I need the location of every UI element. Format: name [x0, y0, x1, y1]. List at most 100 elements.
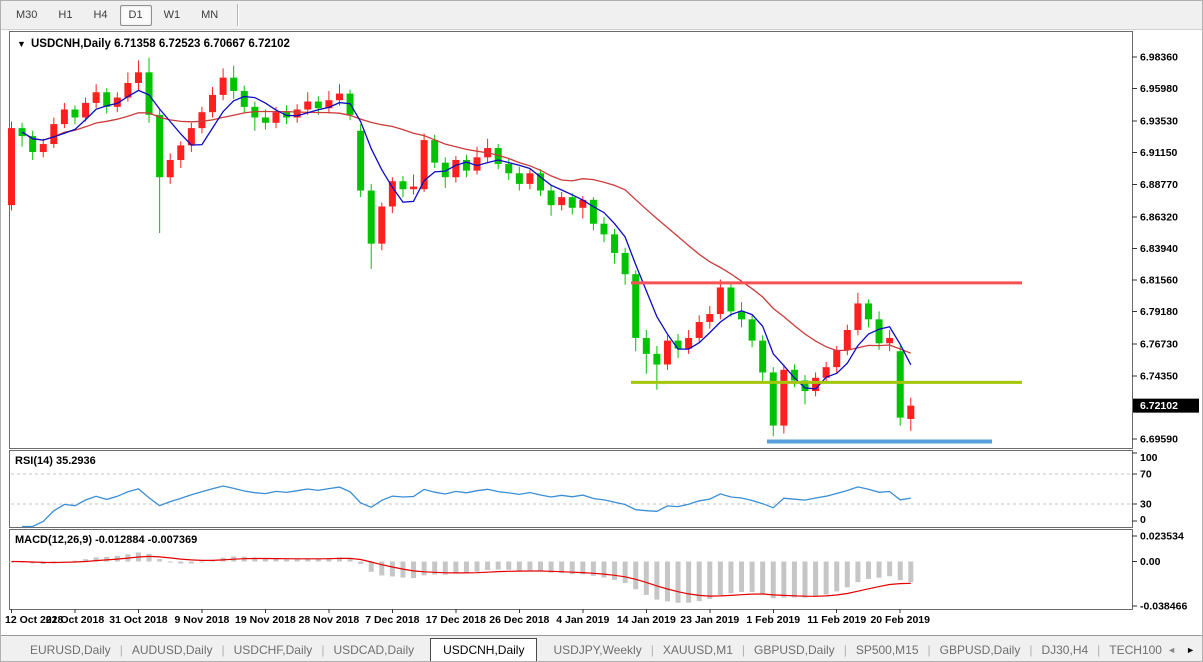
- macd-bar: [865, 561, 871, 579]
- macd-bar: [707, 561, 713, 599]
- tab-usdjpy-weekly[interactable]: USDJPY,Weekly: [544, 638, 650, 662]
- price-axis-label: 6.83940: [1140, 243, 1178, 255]
- symbol-tabs: EURUSD,Daily | AUDUSD,Daily | USDCHF,Daily | U…: [21, 637, 1183, 662]
- date-axis-label: 20 Feb 2019: [870, 614, 930, 626]
- symbol-tabbar: EURUSD,Daily | AUDUSD,Daily | USDCHF,Daily | U…: [1, 635, 1202, 662]
- tab-eurusd-daily[interactable]: EURUSD,Daily: [21, 638, 120, 662]
- macd-bar: [516, 561, 522, 571]
- macd-bar: [358, 561, 364, 564]
- tab-scroll-arrows: ◄ ►: [1162, 637, 1202, 661]
- date-axis-label: 9 Nov 2018: [175, 614, 230, 626]
- macd-bar: [612, 561, 618, 580]
- rsi-axis-label: 0: [1140, 514, 1146, 526]
- timeframe-button-d1[interactable]: D1: [119, 4, 152, 26]
- macd-bar: [897, 561, 903, 581]
- timeframe-toolbar: M30 H1 H4 D1 W1 MN: [1, 1, 1202, 30]
- timeframe-button-h4[interactable]: H4: [84, 5, 116, 26]
- tab-audusd-daily[interactable]: AUDUSD,Daily: [123, 638, 222, 662]
- macd-bar: [453, 561, 459, 574]
- date-axis-label: 31 Oct 2018: [109, 614, 168, 626]
- macd-bar: [749, 561, 755, 592]
- price-axis-label: 6.91150: [1140, 147, 1178, 159]
- price-axis-label: 6.98360: [1140, 51, 1178, 63]
- date-axis-label: 19 Nov 2018: [235, 614, 296, 626]
- macd-bar: [463, 561, 469, 574]
- macd-bar: [157, 559, 163, 562]
- tab-usdchf-daily[interactable]: USDCHF,Daily: [225, 638, 322, 662]
- macd-bar: [199, 561, 205, 563]
- chart-title: USDCNH,Daily 6.71358 6.72523 6.70667 6.7…: [31, 38, 290, 50]
- tab-usdcnh-daily[interactable]: USDCNH,Daily: [430, 637, 538, 661]
- timeframe-buttons: M30 H1 H4 D1 W1 MN: [7, 4, 230, 26]
- macd-bar: [739, 561, 745, 592]
- mt4-window: M30 H1 H4 D1 W1 MN 6.98360 6.95980 6.93530 6.911…: [0, 0, 1203, 662]
- macd-bar: [844, 561, 850, 588]
- date-axis-label: 7 Dec 2018: [365, 614, 419, 626]
- timeframe-button-w1[interactable]: W1: [155, 5, 190, 26]
- price-axis-label: 6.79180: [1140, 306, 1178, 318]
- macd-bar: [908, 561, 914, 583]
- macd-bar: [802, 561, 808, 598]
- price-axis-label: 6.69590: [1140, 434, 1178, 446]
- chart-dropdown-icon[interactable]: ▼: [17, 39, 26, 49]
- macd-bar: [601, 561, 607, 578]
- macd-bar: [622, 561, 628, 583]
- date-axis-label: 11 Feb 2019: [807, 614, 866, 626]
- tab-dj30-h4[interactable]: DJ30,H4: [1032, 638, 1097, 662]
- macd-bar: [633, 561, 639, 590]
- date-axis-label: 1 Feb 2019: [746, 614, 800, 626]
- rsi-axis-label: 30: [1140, 499, 1152, 511]
- tab-gbpusd-daily[interactable]: GBPUSD,Daily: [745, 638, 844, 662]
- macd-bar: [167, 561, 173, 563]
- macd-bar: [770, 561, 776, 599]
- tab-scroll-left-icon[interactable]: ◄: [1167, 645, 1176, 655]
- tab-gbpusd-daily[interactable]: GBPUSD,Daily: [931, 638, 1030, 662]
- macd-axis-label: 0.023534: [1140, 531, 1184, 543]
- macd-bar: [664, 561, 670, 602]
- price-axis-label: 6.76730: [1140, 339, 1178, 351]
- tab-scroll-right-icon[interactable]: ►: [1186, 645, 1195, 655]
- macd-bar: [760, 561, 766, 594]
- macd-bar: [728, 561, 734, 594]
- macd-bar: [379, 561, 385, 576]
- macd-bar: [855, 561, 861, 583]
- macd-bar: [273, 558, 279, 562]
- tab-xauusd-m1[interactable]: XAUUSD,M1: [654, 638, 742, 662]
- macd-bar: [284, 559, 290, 562]
- macd-bar: [421, 561, 427, 576]
- macd-bar: [527, 561, 533, 571]
- macd-bar: [146, 553, 152, 562]
- tab-usdcad-daily[interactable]: USDCAD,Daily: [324, 638, 423, 662]
- date-axis-label: 14 Jan 2019: [617, 614, 676, 626]
- macd-bar: [178, 561, 184, 564]
- timeframe-button-mn[interactable]: MN: [192, 5, 227, 26]
- macd-bar: [781, 561, 787, 598]
- toolbar-separator: [237, 4, 240, 26]
- macd-bar: [411, 561, 417, 579]
- price-axis-label: 6.81560: [1140, 275, 1178, 287]
- macd-label: MACD(12,26,9) -0.012884 -0.007369: [15, 534, 197, 546]
- price-axis-label: 6.93530: [1140, 116, 1178, 128]
- rsi-axis-label: 100: [1140, 452, 1158, 464]
- macd-bar: [791, 561, 797, 598]
- macd-bar: [675, 561, 681, 603]
- macd-bar: [813, 561, 819, 597]
- macd-bar: [538, 561, 543, 572]
- current-price-text: 6.72102: [1140, 400, 1178, 412]
- macd-bar: [823, 561, 829, 595]
- timeframe-button-m30[interactable]: M30: [7, 5, 46, 26]
- timeframe-button-h1[interactable]: H1: [49, 5, 81, 26]
- macd-bar: [485, 561, 491, 571]
- date-axis-label: 28 Nov 2018: [299, 614, 360, 626]
- macd-bar: [686, 561, 692, 603]
- macd-bar: [887, 561, 893, 577]
- date-axis-label: 4 Jan 2019: [556, 614, 609, 626]
- macd-bar: [717, 561, 723, 596]
- macd-bar: [834, 561, 840, 592]
- chart-canvas: 6.98360 6.95980 6.93530 6.91150 6.88770 6.863…: [1, 30, 1202, 635]
- date-axis-label: 17 Dec 2018: [426, 614, 486, 626]
- price-axis-label: 6.74350: [1140, 370, 1178, 382]
- macd-bar: [389, 561, 395, 577]
- tab-sp500-m15[interactable]: SP500,M15: [847, 638, 928, 662]
- macd-bar: [474, 561, 480, 572]
